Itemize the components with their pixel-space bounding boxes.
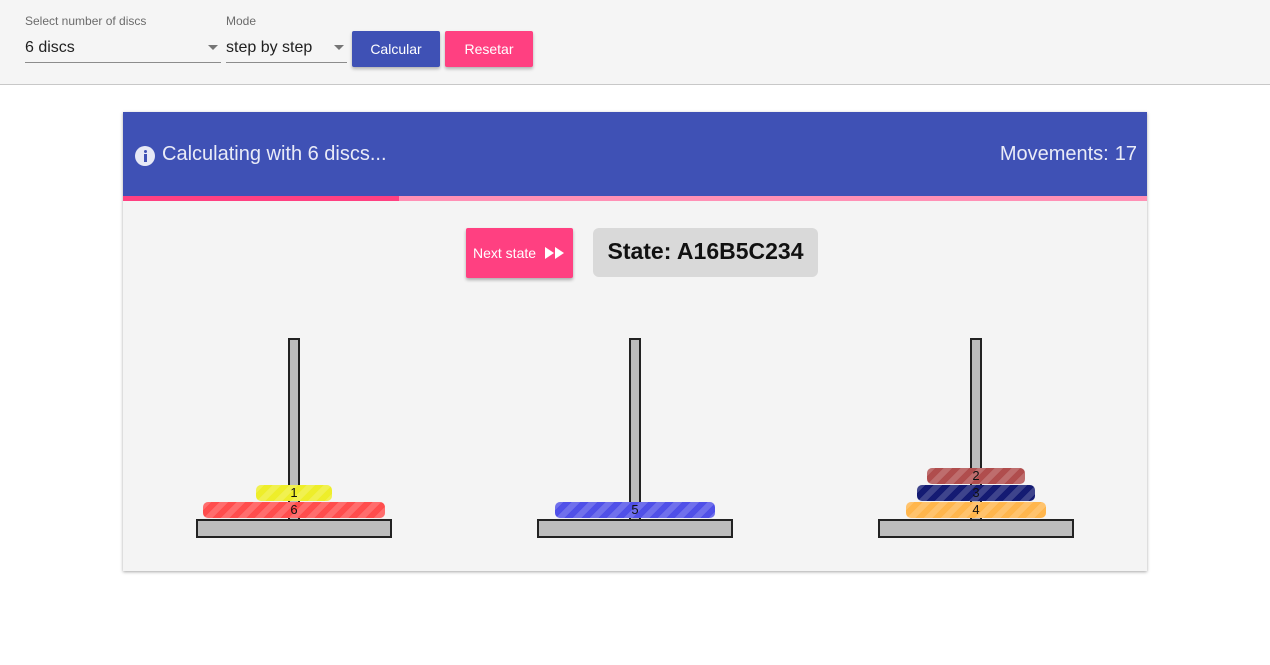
calculate-button[interactable]: Calcular [352, 31, 440, 67]
mode-select[interactable]: step by step [226, 34, 347, 63]
reset-button[interactable]: Resetar [445, 31, 533, 67]
state-display: State: A16B5C234 [593, 228, 818, 277]
chevron-down-icon [334, 45, 344, 50]
tower-base [537, 519, 733, 538]
progress-fill [123, 196, 400, 201]
disc-3: 3 [916, 485, 1036, 501]
progress-bar [123, 196, 1147, 201]
disc-2: 2 [927, 468, 1025, 484]
disc-5: 5 [554, 502, 716, 518]
movements-value: 17 [1114, 143, 1137, 165]
status-text: Calculating with 6 discs... [162, 143, 387, 165]
next-state-button[interactable]: Next state [466, 228, 573, 278]
disc-1: 1 [256, 485, 332, 501]
info-icon [135, 146, 155, 166]
mode-field-label: Mode [226, 14, 257, 28]
tower-rod [629, 338, 641, 522]
disc-label: 6 [290, 502, 298, 517]
tower-c: 2 3 4 [878, 338, 1074, 538]
disc-label: 2 [972, 468, 980, 483]
tower-base [878, 519, 1074, 538]
movements-label: Movements: [999, 143, 1109, 165]
discs-select[interactable]: 6 discs [25, 34, 221, 63]
disc-label: 4 [972, 502, 980, 517]
next-state-label: Next state [473, 245, 537, 261]
tower-b: 5 [537, 338, 733, 538]
disc-label: 3 [972, 485, 980, 500]
movements-counter: Movements: 17 [1000, 143, 1137, 166]
state-text: State: A16B5C234 [607, 238, 804, 264]
disc-label: 1 [290, 485, 298, 500]
discs-field-label: Select number of discs [25, 14, 147, 28]
hanoi-card: Calculating with 6 discs... Movements: 17… [123, 112, 1147, 571]
chevron-down-icon [208, 45, 218, 50]
discs-select-value: 6 discs [25, 39, 75, 56]
disc-4: 4 [906, 502, 1046, 518]
mode-select-value: step by step [226, 39, 313, 56]
disc-label: 5 [631, 502, 639, 517]
tower-a: 16 [196, 338, 392, 538]
disc-6: 6 [203, 502, 385, 518]
toolbar: Select number of discs 6 discs Mode step… [0, 0, 1270, 85]
card-header: Calculating with 6 discs... Movements: 17 [123, 112, 1147, 196]
tower-base [196, 519, 392, 538]
fast-forward-icon [545, 247, 564, 259]
